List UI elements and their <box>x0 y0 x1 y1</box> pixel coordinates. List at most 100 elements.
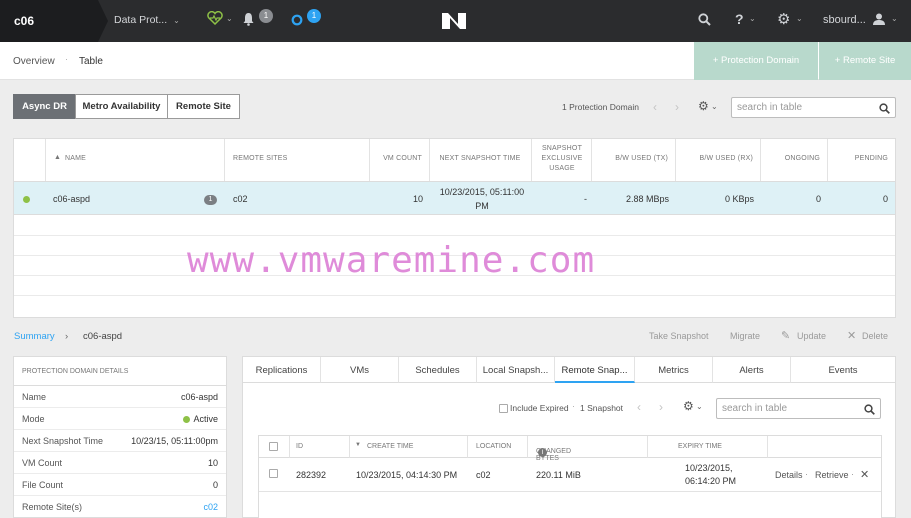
nutanix-logo <box>440 11 468 33</box>
migrate-button[interactable]: Migrate <box>730 331 760 341</box>
table-row[interactable]: c06-aspd 1 c02 10 10/23/2015, 05:11:00 P… <box>14 181 895 215</box>
chevron-down-icon[interactable]: ⌄ <box>226 14 233 23</box>
tasks-ring-icon[interactable] <box>291 14 303 29</box>
snapshot-id: 282392 <box>296 470 327 480</box>
add-remote-site-button[interactable]: + Remote Site <box>819 42 911 80</box>
snapshot-location: c02 <box>476 470 491 480</box>
user-name[interactable]: sbourd... <box>823 14 866 26</box>
help-icon[interactable]: ? <box>735 11 744 27</box>
chevron-down-icon: ⌄ <box>173 16 180 25</box>
table-settings-gear-icon[interactable]: ⚙ <box>698 99 709 113</box>
chevron-down-icon[interactable]: ⌄ <box>711 102 718 111</box>
delete-button[interactable]: Delete <box>862 331 888 341</box>
remote-site-link[interactable]: c02 <box>203 502 218 512</box>
chevron-down-icon[interactable]: ⌄ <box>749 14 756 23</box>
column-header-expiry-time[interactable]: EXPIRY TIME <box>648 436 768 458</box>
column-header-pending[interactable]: PENDING <box>828 139 895 181</box>
gear-icon[interactable]: ⚙ <box>777 10 790 28</box>
details-row-remote-sites: Remote Site(s) c02 <box>14 496 226 518</box>
user-avatar-icon[interactable] <box>872 12 886 28</box>
add-protection-domain-button[interactable]: + Protection Domain <box>694 42 818 80</box>
tab-table[interactable]: Table <box>79 56 103 67</box>
status-dot-icon <box>183 416 191 424</box>
search-icon <box>879 100 890 117</box>
health-heart-icon[interactable] <box>207 10 223 28</box>
bell-icon[interactable] <box>242 12 255 29</box>
column-header-label: B/W USED (RX) <box>699 155 753 162</box>
select-all-checkbox[interactable] <box>269 442 278 451</box>
row-checkbox[interactable] <box>269 469 278 478</box>
tab-vms[interactable]: VMs <box>321 357 399 383</box>
column-header-bw-tx[interactable]: B/W USED (TX) <box>592 139 676 181</box>
segment-async-dr[interactable]: Async DR <box>13 94 76 119</box>
chevron-down-icon[interactable]: ⌄ <box>796 14 803 23</box>
tab-replications[interactable]: Replications <box>243 357 321 383</box>
tab-events[interactable]: Events <box>791 357 895 383</box>
column-header-changed-bytes[interactable]: CHANGED BYTES i <box>528 436 648 462</box>
column-header-label: B/W USED (TX) <box>615 155 668 162</box>
details-key: Next Snapshot Time <box>22 436 104 446</box>
column-header-location[interactable]: LOCATION <box>468 436 528 458</box>
details-value: 10/23/15, 05:11:00pm <box>131 436 218 446</box>
column-header-ongoing[interactable]: ONGOING <box>761 139 828 181</box>
details-key: Name <box>22 392 47 402</box>
chevron-down-icon[interactable]: ⌄ <box>696 402 703 411</box>
segment-metro-availability[interactable]: Metro Availability <box>75 94 168 119</box>
column-header-label: EXPIRY TIME <box>678 443 722 450</box>
column-header-create-time[interactable]: ▼ CREATE TIME <box>350 436 468 458</box>
details-header: PROTECTION DOMAIN DETAILS <box>14 357 226 386</box>
include-expired-label[interactable]: Include Expired <box>510 403 569 413</box>
row-name[interactable]: c06-aspd <box>53 194 90 204</box>
protection-domains-table: ▲ NAME REMOTE SITES VM COUNT NEXT SNAPSH… <box>13 138 896 318</box>
table-row[interactable]: 282392 10/23/2015, 04:14:30 PM c02 220.1… <box>259 458 881 492</box>
snapshot-search-input[interactable]: search in table <box>716 398 881 419</box>
chevron-down-icon[interactable]: ⌄ <box>891 14 898 23</box>
details-row-mode: Mode Active <box>14 408 226 430</box>
empty-row <box>14 296 895 316</box>
search-icon[interactable] <box>698 13 711 28</box>
tab-remote-snapshots[interactable]: Remote Snap... <box>555 357 635 383</box>
column-header-exclusive-usage[interactable]: SNAPSHOT EXCLUSIVE USAGE <box>532 139 592 181</box>
next-page-icon[interactable]: › <box>675 100 679 114</box>
take-snapshot-button[interactable]: Take Snapshot <box>649 331 709 341</box>
snapshot-count: 1 Snapshot <box>580 403 624 413</box>
info-icon[interactable]: i <box>538 448 547 457</box>
next-page-icon[interactable]: › <box>659 400 663 414</box>
details-link[interactable]: Details <box>775 470 803 480</box>
column-header-bw-rx[interactable]: B/W USED (RX) <box>676 139 761 181</box>
include-expired-checkbox[interactable] <box>499 404 508 413</box>
retrieve-link[interactable]: Retrieve <box>815 470 849 480</box>
row-remote-sites[interactable]: c02 <box>233 194 248 204</box>
summary-link[interactable]: Summary <box>14 331 55 342</box>
column-header-name[interactable]: ▲ NAME <box>46 139 225 181</box>
tab-metrics[interactable]: Metrics <box>635 357 713 383</box>
details-row-next-snapshot: Next Snapshot Time 10/23/15, 05:11:00pm <box>14 430 226 452</box>
update-button[interactable]: Update <box>797 331 826 341</box>
row-bw-tx: 2.88 MBps <box>625 194 669 204</box>
table-settings-gear-icon[interactable]: ⚙ <box>683 399 694 413</box>
tab-schedules[interactable]: Schedules <box>399 357 477 383</box>
prev-page-icon[interactable]: ‹ <box>653 100 657 114</box>
column-header-remote-sites[interactable]: REMOTE SITES <box>225 139 370 181</box>
close-icon: ✕ <box>847 330 857 342</box>
tab-overview[interactable]: Overview <box>13 56 55 67</box>
cluster-name[interactable]: c06 <box>0 0 108 42</box>
column-header-vm-count[interactable]: VM COUNT <box>370 139 430 181</box>
table-search-input[interactable]: search in table <box>731 97 896 118</box>
column-header-label: ONGOING <box>784 155 820 162</box>
details-key: Mode <box>22 414 45 424</box>
actions-column-header <box>768 436 881 458</box>
breadcrumb-separator: › <box>65 331 69 342</box>
pencil-icon: ✎ <box>781 330 791 342</box>
segment-remote-site[interactable]: Remote Site <box>167 94 240 119</box>
column-header-id[interactable]: ID <box>290 436 350 458</box>
details-key: Remote Site(s) <box>22 502 83 512</box>
tab-alerts[interactable]: Alerts <box>713 357 791 383</box>
tab-local-snapshots[interactable]: Local Snapsh... <box>477 357 555 383</box>
column-header-next-snapshot[interactable]: NEXT SNAPSHOT TIME <box>430 139 532 181</box>
separator-dot: · <box>572 401 575 411</box>
section-dropdown[interactable]: Data Prot... ⌄ <box>114 14 180 26</box>
prev-page-icon[interactable]: ‹ <box>637 400 641 414</box>
delete-snapshot-icon[interactable]: ✕ <box>860 468 869 481</box>
row-vm-count: 10 <box>412 194 423 204</box>
